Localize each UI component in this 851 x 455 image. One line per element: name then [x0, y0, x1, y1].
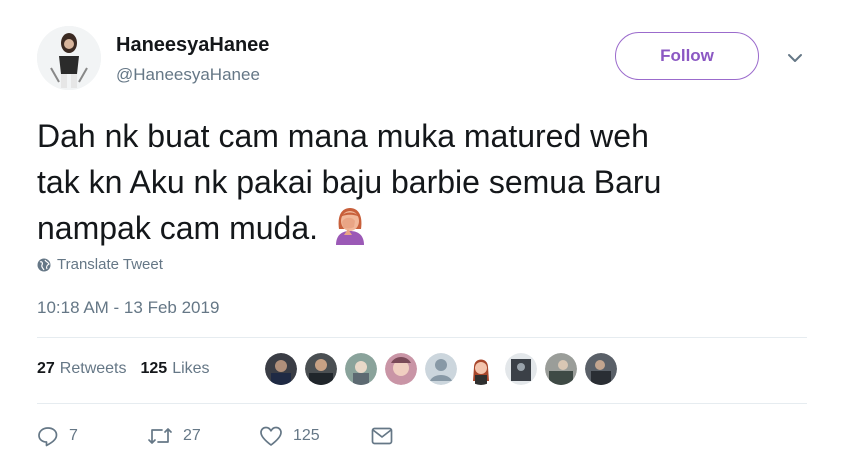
divider	[37, 403, 807, 404]
reply-count: 7	[69, 427, 78, 444]
direct-message-button[interactable]	[371, 427, 403, 445]
likes-label: Likes	[172, 360, 210, 377]
liker-avatar[interactable]	[385, 353, 417, 385]
retweets-label: Retweets	[59, 360, 127, 377]
liker-avatar[interactable]	[465, 353, 497, 385]
retweets-count: 27	[37, 360, 55, 377]
globe-icon	[37, 258, 51, 271]
liker-avatar[interactable]	[305, 353, 337, 385]
tweet-header: HaneesyaHanee @HaneesyaHanee Follow	[37, 22, 817, 102]
heart-icon	[260, 426, 282, 446]
envelope-icon	[371, 427, 393, 445]
follow-button[interactable]: Follow	[615, 32, 759, 80]
divider	[37, 337, 807, 338]
tweet-stats: 27 Retweets 125 Likes	[37, 360, 224, 378]
woman-facepalming-icon	[336, 208, 365, 245]
avatar[interactable]	[37, 26, 101, 90]
tweet-line-2: tak kn Aku nk pakai baju barbie semua Ba…	[37, 164, 662, 200]
tweet-actions: 7 27 125	[37, 425, 403, 447]
liker-avatar[interactable]	[545, 353, 577, 385]
likes-count: 125	[140, 360, 168, 377]
retweets-stat[interactable]: 27 Retweets	[37, 360, 127, 378]
default-avatar-icon[interactable]	[425, 353, 457, 385]
retweet-count: 27	[183, 427, 201, 444]
translate-link[interactable]: Translate Tweet	[37, 256, 163, 273]
tweet-text: Dah nk buat cam mana muka matured weh ta…	[37, 113, 827, 251]
reply-button[interactable]: 7	[37, 425, 147, 447]
like-count: 125	[293, 427, 320, 444]
translate-label[interactable]: Translate Tweet	[57, 256, 163, 273]
tweet-timestamp[interactable]: 10:18 AM - 13 Feb 2019	[37, 298, 219, 318]
tweet-line-3-wrap: nampak cam muda.	[37, 205, 827, 251]
liker-avatar[interactable]	[265, 353, 297, 385]
user-handle[interactable]: @HaneesyaHanee	[116, 65, 260, 85]
chevron-down-icon[interactable]	[785, 48, 805, 68]
retweet-button[interactable]: 27	[147, 425, 259, 447]
likes-stat[interactable]: 125 Likes	[141, 360, 210, 378]
display-name[interactable]: HaneesyaHanee	[116, 34, 269, 57]
tweet-line-1: Dah nk buat cam mana muka matured weh	[37, 118, 649, 154]
like-button[interactable]: 125	[259, 425, 371, 447]
liker-avatar[interactable]	[505, 353, 537, 385]
liker-avatar[interactable]	[345, 353, 377, 385]
reply-icon	[38, 427, 58, 447]
liker-avatar[interactable]	[585, 353, 617, 385]
retweet-icon	[148, 428, 172, 444]
likers-avatars	[265, 353, 625, 387]
tweet-line-3: nampak cam muda.	[37, 210, 319, 246]
